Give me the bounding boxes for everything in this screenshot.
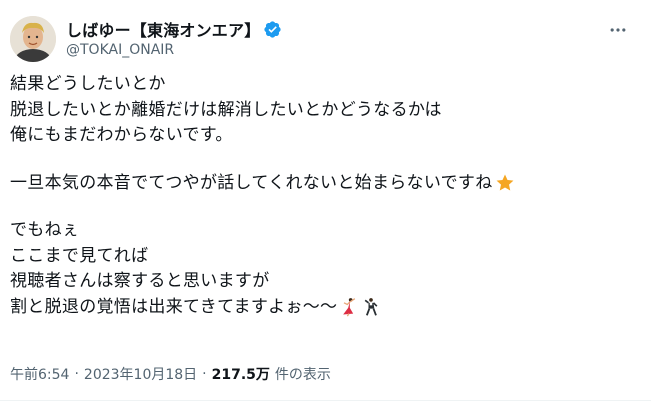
meta-separator: · [202, 366, 207, 382]
divider [0, 400, 651, 401]
tweet-time-link[interactable]: 午前6:54 [10, 364, 69, 384]
author-name-row: しばゆー【東海オンエア】 [66, 17, 282, 41]
views-label: 件の表示 [274, 367, 331, 383]
tweet-line: でもねぇ [10, 220, 80, 240]
tweet-line: 俺にもまだわからないです。 [10, 125, 233, 145]
display-name[interactable]: しばゆー【東海オンエア】 [66, 17, 260, 41]
star-emoji-icon [495, 173, 515, 193]
meta-separator: · [74, 366, 79, 382]
author-handle[interactable]: @TOKAI_ONAIR [66, 42, 174, 58]
tweet-line: ここまで見てれば [10, 245, 149, 266]
tweet-line-text: 一旦本気の本音でてつやが話してくれないと始まらないですね [10, 172, 493, 193]
tweet-text: 結果どうしたいとか 脱退したいとか離婚だけは解消したいとかどうなるかは 俺にもま… [10, 72, 630, 320]
tweet-line: 一旦本気の本音でてつやが話してくれないと始まらないですね [10, 171, 630, 197]
avatar-image [10, 16, 56, 62]
tweet-line: 結果どうしたいとか [10, 74, 166, 94]
tweet-metadata: 午前6:54 · 2023年10月18日 · 217.5万 件の表示 [10, 364, 331, 384]
tweet-card: しばゆー【東海オンエア】 @TOKAI_ONAIR 結果どうしたいとか 脱退した… [0, 0, 651, 405]
tweet-line: 割と脱退の覚悟は出来てきてますよぉ〜〜 [10, 295, 630, 321]
ellipsis-icon [610, 28, 626, 32]
tweet-line-text: 割と脱退の覚悟は出来てきてますよぉ〜〜 [10, 296, 338, 317]
tweet-line: 視聴者さんは察すると思いますが [10, 271, 270, 291]
dancing-man-emoji-icon [361, 297, 381, 317]
views-count: 217.5万 [211, 367, 270, 383]
tweet-date-link[interactable]: 2023年10月18日 [84, 364, 197, 384]
tweet-line: 脱退したいとか離婚だけは解消したいとかどうなるかは [10, 99, 442, 120]
more-options-button[interactable] [604, 16, 632, 44]
dancing-woman-emoji-icon [339, 297, 359, 317]
verified-badge-icon [263, 20, 282, 39]
avatar[interactable] [10, 16, 56, 62]
